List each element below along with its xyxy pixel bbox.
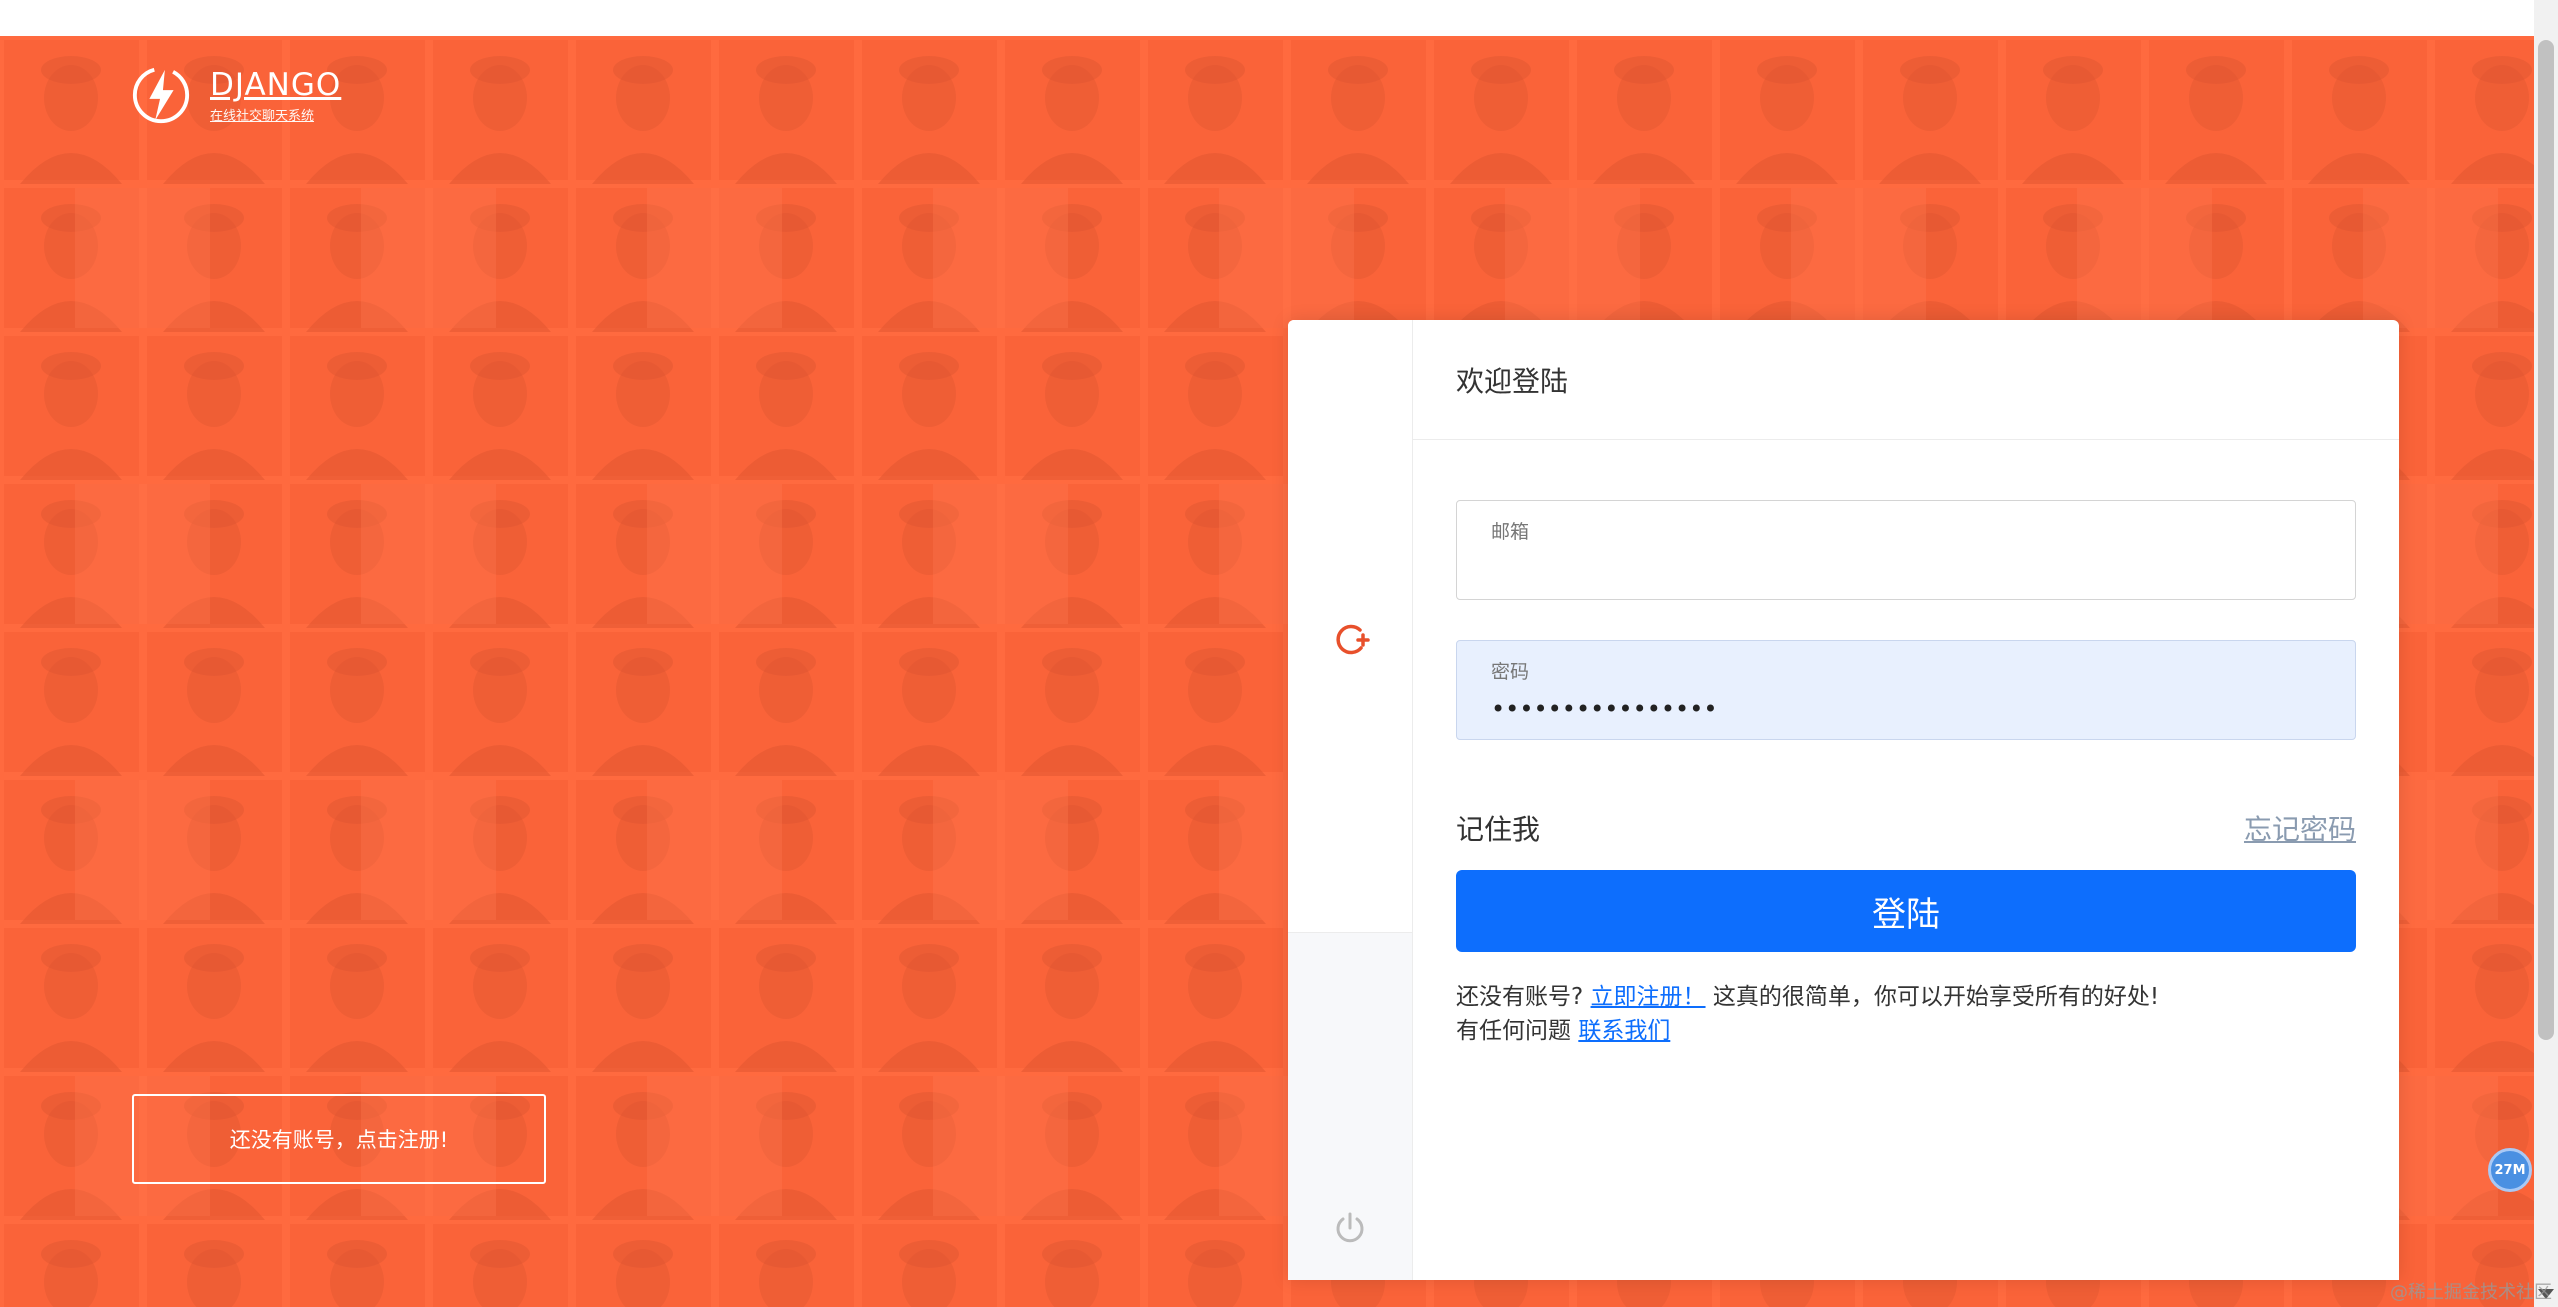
login-title: 欢迎登陆 (1413, 320, 2399, 440)
question-text: 有任何问题 (1456, 1018, 1571, 1044)
password-field[interactable]: 密码 (1456, 640, 2356, 740)
brand[interactable]: DJANGO 在线社交聊天系统 (130, 60, 341, 130)
email-input[interactable] (1491, 551, 2335, 587)
brand-name: DJANGO (210, 66, 342, 103)
browser-top-strip (0, 0, 2534, 37)
login-panel: 欢迎登陆 邮箱 密码 记住我 忘记密码 登陆 还没有账号? 立即注册！ 这真的很… (1413, 320, 2399, 1280)
register-now-link[interactable]: 立即注册！ (1591, 984, 1706, 1010)
brand-text: DJANGO 在线社交聊天系统 (210, 67, 341, 124)
lightning-bolt-icon (132, 66, 190, 124)
email-field[interactable]: 邮箱 (1456, 500, 2356, 600)
no-account-text: 还没有账号? (1456, 984, 1584, 1010)
memory-usage-badge[interactable]: 27M (2488, 1148, 2532, 1192)
forgot-password-link[interactable]: 忘记密码 (2244, 808, 2356, 848)
register-cta-button[interactable]: 还没有账号，点击注册! (132, 1094, 546, 1184)
scrollbar-thumb[interactable] (2538, 40, 2554, 1040)
login-card: 欢迎登陆 邮箱 密码 记住我 忘记密码 登陆 还没有账号? 立即注册！ 这真的很… (1288, 320, 2399, 1280)
page-scrollbar[interactable] (2534, 0, 2558, 1307)
power-icon[interactable] (1332, 1210, 1368, 1246)
login-form: 邮箱 密码 记住我 忘记密码 登陆 还没有账号? 立即注册！ 这真的很简单，你可… (1456, 500, 2356, 1048)
sync-add-icon[interactable] (1330, 620, 1370, 660)
register-suffix-text: 这真的很简单，你可以开始享受所有的好处! (1712, 984, 2160, 1010)
remember-me-toggle[interactable]: 记住我 (1456, 808, 1540, 848)
password-label: 密码 (1491, 661, 1530, 683)
login-options-row: 记住我 忘记密码 (1456, 798, 2356, 848)
card-side-rail (1288, 320, 1413, 1280)
brand-tagline: 在线社交聊天系统 (210, 108, 315, 124)
email-label: 邮箱 (1491, 521, 1530, 543)
register-help-line: 还没有账号? 立即注册！ 这真的很简单，你可以开始享受所有的好处! (1456, 980, 2356, 1014)
watermark-text: @稀土掘金技术社区 (2390, 1282, 2552, 1303)
contact-help-line: 有任何问题 联系我们 (1456, 1014, 2356, 1048)
contact-us-link[interactable]: 联系我们 (1578, 1018, 1670, 1044)
help-text: 还没有账号? 立即注册！ 这真的很简单，你可以开始享受所有的好处! 有任何问题 … (1456, 980, 2356, 1048)
password-input[interactable] (1491, 691, 2335, 727)
login-button[interactable]: 登陆 (1456, 870, 2356, 952)
